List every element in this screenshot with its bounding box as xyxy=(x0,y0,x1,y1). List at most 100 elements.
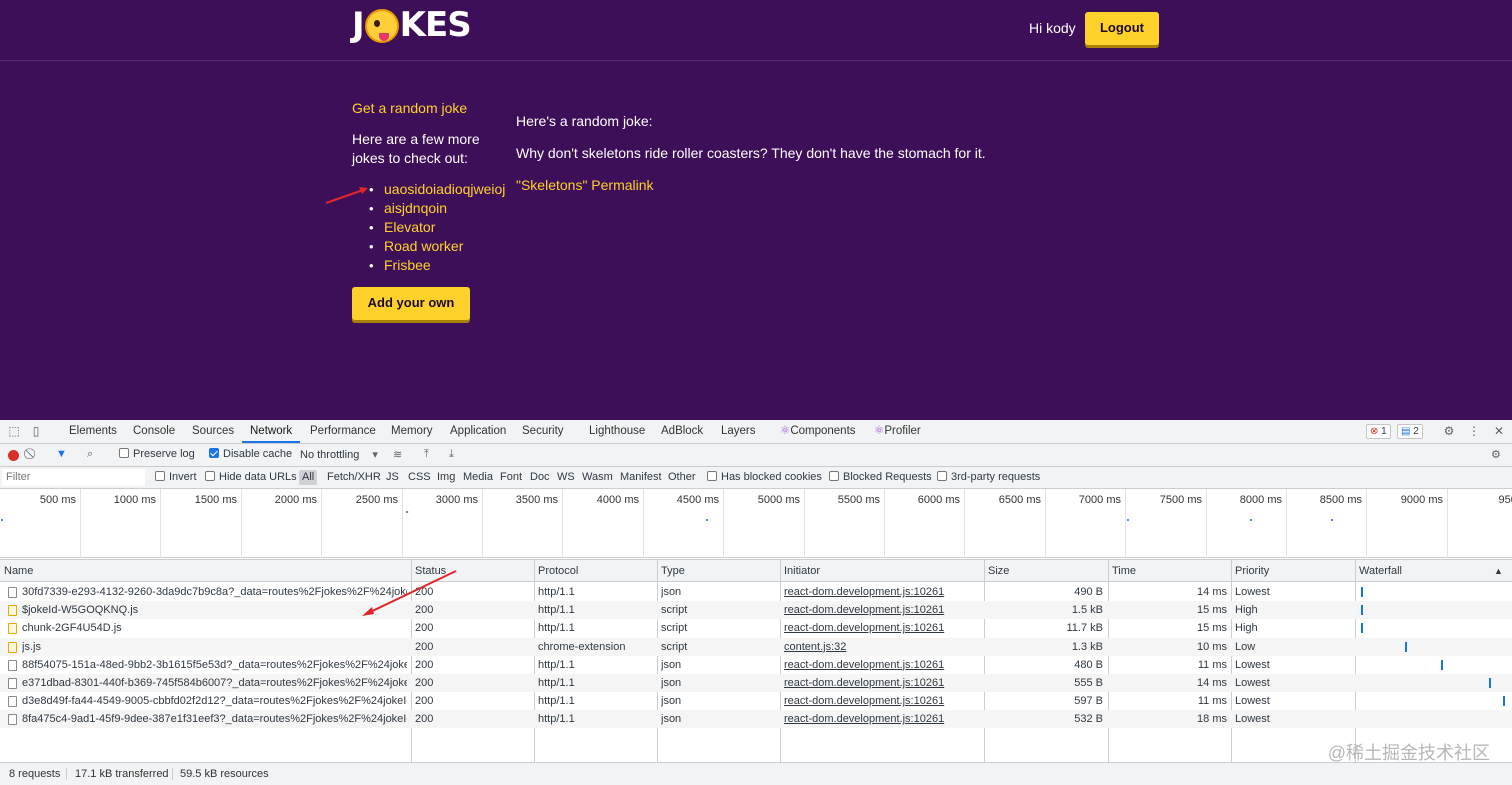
close-devtools-icon[interactable]: ✕ xyxy=(1492,424,1506,438)
filter-type-fetch-xhr[interactable]: Fetch/XHR xyxy=(327,471,381,483)
network-status-bar: 8 requests 17.1 kB transferred 59.5 kB r… xyxy=(0,762,1512,785)
filter-input[interactable]: Filter xyxy=(2,469,145,486)
table-row[interactable]: e371dbad-8301-440f-b369-745f584b6007?_da… xyxy=(0,674,1512,692)
column-header-time[interactable]: Time xyxy=(1112,560,1136,582)
random-joke-link[interactable]: Get a random joke xyxy=(352,98,512,118)
table-row[interactable]: 8fa475c4-9ad1-45f9-9dee-387e1f31eef3?_da… xyxy=(0,710,1512,729)
settings-gear-icon[interactable]: ⚙ xyxy=(1442,424,1456,438)
filter-type-js[interactable]: JS xyxy=(386,471,399,483)
import-har-icon[interactable]: ⤒ xyxy=(424,448,429,461)
record-icon[interactable] xyxy=(8,450,19,461)
hide-data-urls-checkbox[interactable]: Hide data URLs xyxy=(205,471,297,483)
error-count-badge[interactable]: ⊗ 1 xyxy=(1366,424,1391,439)
logout-button[interactable]: Logout xyxy=(1085,12,1159,45)
timeline-gridline xyxy=(643,489,644,558)
timeline-tick-label: 7500 ms xyxy=(1159,494,1202,506)
column-header-name[interactable]: Name xyxy=(4,560,33,582)
tab-network[interactable]: Network xyxy=(242,420,301,443)
filter-type-font[interactable]: Font xyxy=(500,471,522,483)
tab-elements[interactable]: Elements xyxy=(69,420,117,443)
joke-list-item[interactable]: Elevator xyxy=(369,218,512,237)
network-settings-gear-icon[interactable]: ⚙ xyxy=(1491,448,1501,461)
column-header-size[interactable]: Size xyxy=(988,560,1009,582)
filter-type-doc[interactable]: Doc xyxy=(530,471,550,483)
column-header-initiator[interactable]: Initiator xyxy=(784,560,820,582)
tab-memory[interactable]: Memory xyxy=(391,420,433,443)
tab-adblock[interactable]: AdBlock xyxy=(661,420,703,443)
filter-type-wasm[interactable]: Wasm xyxy=(582,471,613,483)
has-blocked-cookies-checkbox[interactable]: Has blocked cookies xyxy=(707,471,822,483)
hide-data-urls-label: Hide data URLs xyxy=(219,471,297,483)
export-har-icon[interactable]: ⤓ xyxy=(449,448,454,461)
cell-initiator[interactable]: react-dom.development.js:10261 xyxy=(784,692,980,710)
tab-profiler[interactable]: ⚛Profiler xyxy=(874,420,921,443)
filter-type-media[interactable]: Media xyxy=(463,471,493,483)
message-count-badge[interactable]: ▤ 2 xyxy=(1397,424,1423,439)
table-row[interactable]: d3e8d49f-fa44-4549-9005-cbbfd02f2d12?_da… xyxy=(0,692,1512,710)
sort-ascending-icon[interactable]: ▲ xyxy=(1494,560,1503,582)
filter-type-ws[interactable]: WS xyxy=(557,471,575,483)
inspect-element-icon[interactable]: ⬚ xyxy=(7,424,21,438)
tab-sources[interactable]: Sources xyxy=(192,420,234,443)
table-row[interactable]: js.js 200 chrome-extension script content.js… xyxy=(0,637,1512,656)
cell-initiator[interactable]: content.js:32 xyxy=(784,638,980,656)
cell-name: d3e8d49f-fa44-4549-9005-cbbfd02f2d12?_da… xyxy=(22,695,407,708)
user-greeting: Hi kody xyxy=(1029,20,1076,36)
joke-list-item[interactable]: aisjdnqoin xyxy=(369,199,512,218)
timeline-tick-label: 8500 ms xyxy=(1319,494,1362,506)
document-file-icon xyxy=(8,659,17,671)
script-file-icon xyxy=(8,641,17,653)
timeline-tick-label: 4000 ms xyxy=(596,494,639,506)
cell-initiator[interactable]: react-dom.development.js:10261 xyxy=(784,583,980,601)
filter-type-all[interactable]: All xyxy=(299,470,318,485)
throttling-select[interactable]: No throttling ▾ xyxy=(300,448,378,461)
preserve-log-checkbox[interactable]: Preserve log xyxy=(119,448,195,460)
tab-lighthouse[interactable]: Lighthouse xyxy=(589,420,645,443)
add-joke-button[interactable]: Add your own xyxy=(352,287,470,320)
cell-initiator[interactable]: react-dom.development.js:10261 xyxy=(784,674,980,692)
table-row[interactable]: chunk-2GF4U54D.js 200 http/1.1 script react-… xyxy=(0,619,1512,637)
tab-console[interactable]: Console xyxy=(133,420,175,443)
table-row[interactable]: 88f54075-151a-48ed-9bb2-3b1615f5e53d?_da… xyxy=(0,656,1512,674)
jokes-logo[interactable]: J KES xyxy=(352,5,472,45)
third-party-checkbox[interactable]: 3rd-party requests xyxy=(937,471,1040,483)
cell-initiator[interactable]: react-dom.development.js:10261 xyxy=(784,656,980,674)
cell-initiator[interactable]: react-dom.development.js:10261 xyxy=(784,601,980,619)
column-header-status[interactable]: Status xyxy=(415,560,446,582)
waterfall-bar xyxy=(1489,678,1491,688)
table-row[interactable]: 30fd7339-e293-4132-9260-3da9dc7b9c8a?_da… xyxy=(0,583,1512,601)
filter-type-other[interactable]: Other xyxy=(668,471,696,483)
search-icon[interactable]: ⌕ xyxy=(87,448,93,461)
throttling-value: No throttling xyxy=(300,449,360,461)
table-row[interactable]: $jokeId-W5GOQKNQ.js 200 http/1.1 script reac… xyxy=(0,601,1512,620)
joke-permalink[interactable]: "Skeletons" Permalink xyxy=(516,176,1116,194)
filter-funnel-icon[interactable]: ▼ xyxy=(56,448,67,460)
app-page: J KES Hi kody Logout Get a random joke H… xyxy=(0,0,1512,420)
cell-initiator[interactable]: react-dom.development.js:10261 xyxy=(784,710,980,728)
blocked-requests-checkbox[interactable]: Blocked Requests xyxy=(829,471,932,483)
cell-initiator[interactable]: react-dom.development.js:10261 xyxy=(784,619,980,637)
cell-priority: Lowest xyxy=(1235,586,1270,598)
network-conditions-icon[interactable]: ≋ xyxy=(393,448,402,461)
joke-list-item[interactable]: uaosidoiadioqjweioj xyxy=(369,180,512,199)
column-header-protocol[interactable]: Protocol xyxy=(538,560,578,582)
column-header-type[interactable]: Type xyxy=(661,560,685,582)
filter-type-css[interactable]: CSS xyxy=(408,471,431,483)
tab-performance[interactable]: Performance xyxy=(310,420,376,443)
filter-type-manifest[interactable]: Manifest xyxy=(620,471,662,483)
filter-type-img[interactable]: Img xyxy=(437,471,455,483)
network-overview-timeline[interactable]: 500 ms 1000 ms 1500 ms 2000 ms 2500 ms 3000 m… xyxy=(0,489,1512,558)
device-toolbar-icon[interactable]: ▯ xyxy=(29,424,43,438)
joke-list-item[interactable]: Road worker xyxy=(369,237,512,256)
tab-application[interactable]: Application xyxy=(450,420,506,443)
column-header-waterfall[interactable]: Waterfall xyxy=(1359,560,1402,582)
cell-protocol: http/1.1 xyxy=(538,658,575,671)
column-header-priority[interactable]: Priority xyxy=(1235,560,1269,582)
tab-security[interactable]: Security xyxy=(522,420,564,443)
disable-cache-checkbox[interactable]: Disable cache xyxy=(209,448,292,460)
tab-layers[interactable]: Layers xyxy=(721,420,756,443)
more-options-icon[interactable]: ⋮ xyxy=(1467,424,1481,438)
invert-checkbox[interactable]: Invert xyxy=(155,471,197,483)
tab-components[interactable]: ⚛Components xyxy=(780,420,856,443)
joke-list-item[interactable]: Frisbee xyxy=(369,256,512,275)
